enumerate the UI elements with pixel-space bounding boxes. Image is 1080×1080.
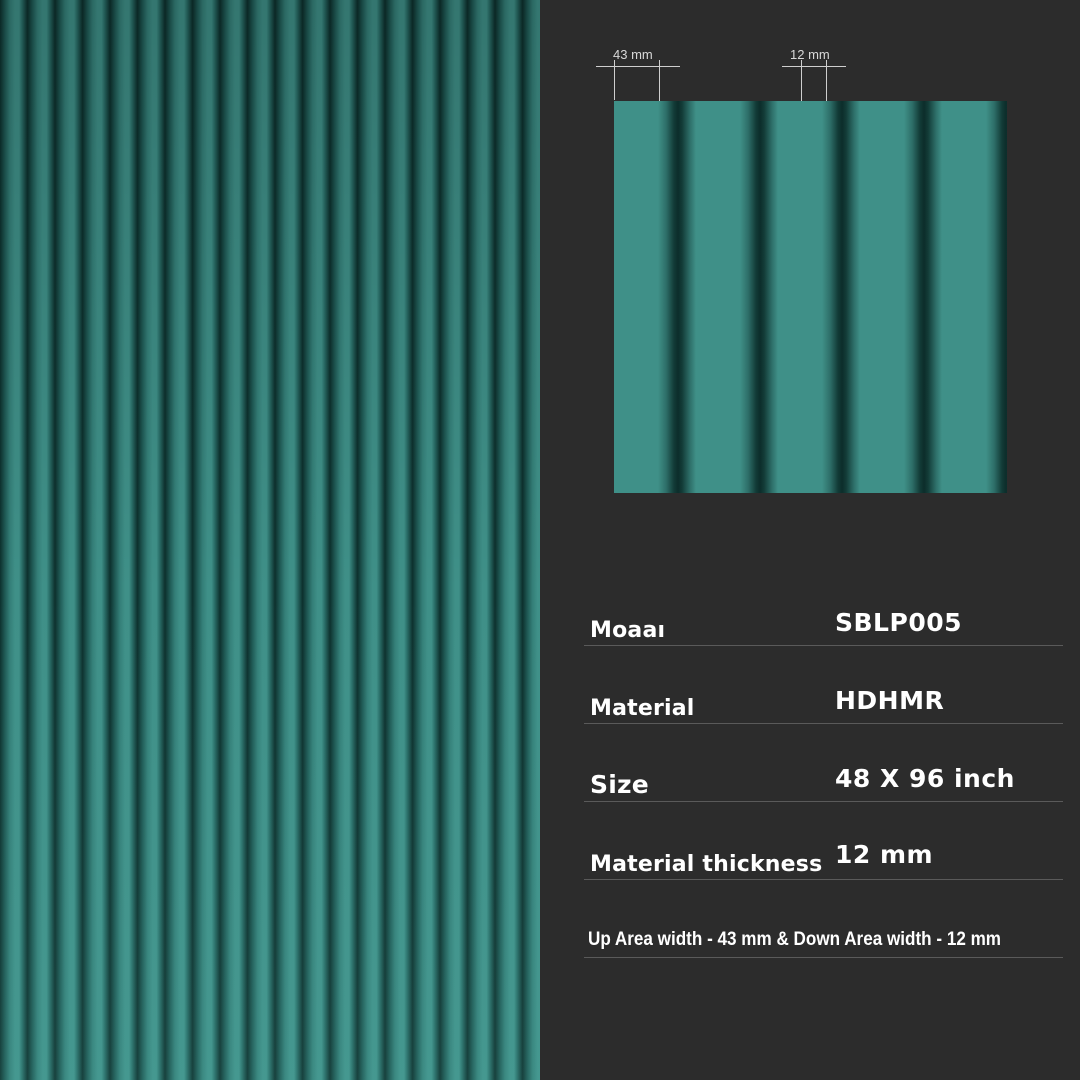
up-width-extension-left (614, 60, 615, 100)
spec-row-size: Size 48 X 96 inch (584, 761, 1063, 802)
spec-value-size: 48 X 96 inch (835, 764, 1015, 793)
up-width-dimension-line (596, 66, 680, 67)
spec-row-thickness: Material thickness 12 mm (584, 839, 1063, 880)
down-width-dimension-line (782, 66, 846, 67)
up-width-label: 43 mm (613, 47, 653, 62)
spec-label-size: Size (590, 770, 649, 799)
width-note: Up Area width - 43 mm & Down Area width … (588, 929, 1002, 950)
spec-row-note: Up Area width - 43 mm & Down Area width … (584, 917, 1063, 958)
profile-detail-swatch (614, 101, 1007, 493)
spec-row-material: Material HDHMR (584, 683, 1063, 724)
spec-label-model: Moaaı (590, 618, 666, 643)
fluted-panel-texture (0, 0, 540, 1080)
up-width-extension-right (659, 60, 660, 104)
down-width-label: 12 mm (790, 47, 830, 62)
spec-row-model: Moaaı SBLP005 (584, 605, 1063, 646)
spec-value-thickness: 12 mm (835, 840, 934, 869)
spec-label-material: Material (590, 696, 695, 721)
down-width-extension-left (801, 60, 802, 104)
spec-value-model: SBLP005 (835, 608, 962, 637)
spec-label-thickness: Material thickness (590, 852, 823, 877)
spec-value-material: HDHMR (835, 686, 945, 715)
down-width-extension-right (826, 60, 827, 104)
